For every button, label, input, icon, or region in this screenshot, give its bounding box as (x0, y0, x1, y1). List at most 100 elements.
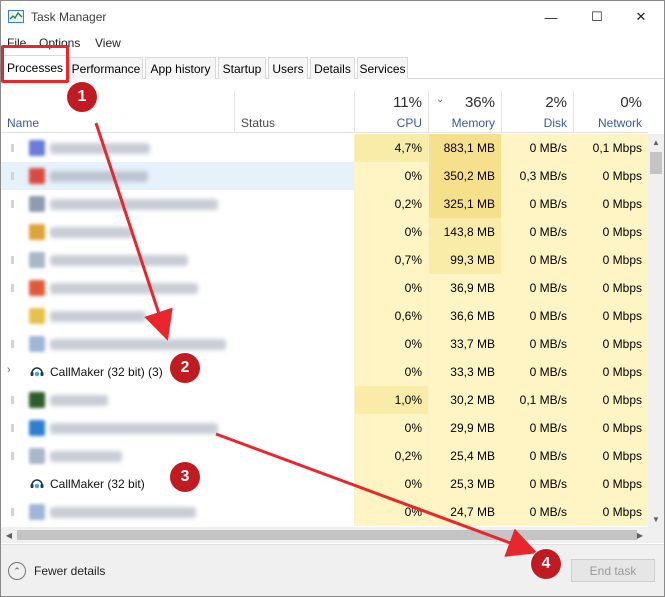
horizontal-scroll-thumb[interactable] (17, 530, 637, 540)
process-row[interactable]: 0,2% 325,1 MB 0 MB/s 0 Mbps (1, 190, 648, 218)
vertical-scrollbar[interactable]: ▲ ▼ (648, 134, 664, 527)
tab-services[interactable]: Services (357, 57, 408, 79)
process-name-cell[interactable] (1, 302, 354, 330)
column-divider[interactable] (234, 91, 235, 133)
expand-chevron-icon[interactable]: › (7, 364, 15, 376)
memory-cell: 883,1 MB (428, 134, 501, 162)
tab-performance[interactable]: Performance (69, 57, 143, 79)
expand-handle-icon[interactable] (11, 396, 14, 404)
process-row[interactable]: 0% 24,7 MB 0 MB/s 0 Mbps (1, 498, 648, 526)
process-name-cell[interactable] (1, 414, 354, 442)
memory-cell: 24,7 MB (428, 498, 501, 526)
scroll-up-arrow-icon[interactable]: ▲ (648, 134, 664, 150)
column-memory[interactable]: ⌄ 36% Memory (428, 91, 501, 133)
process-name-cell[interactable] (1, 190, 354, 218)
column-status[interactable]: Status (241, 116, 275, 130)
vertical-scroll-thumb[interactable] (650, 152, 662, 174)
process-name: CallMaker (32 bit) (50, 477, 145, 491)
network-cell: 0 Mbps (573, 330, 648, 358)
menu-view[interactable]: View (95, 36, 121, 50)
column-cpu[interactable]: 11% CPU (354, 91, 428, 133)
process-row[interactable]: 0% 33,7 MB 0 MB/s 0 Mbps (1, 330, 648, 358)
process-name-cell[interactable] (1, 162, 354, 190)
network-cell: 0 Mbps (573, 442, 648, 470)
close-button[interactable]: ✕ (618, 1, 664, 33)
chevron-up-circle-icon[interactable]: ⌃ (8, 562, 26, 580)
annotation-marker-1: 1 (67, 82, 97, 112)
expand-handle-icon[interactable] (11, 256, 14, 264)
tab-bar: Processes Performance App history Startu… (1, 55, 664, 80)
expand-handle-icon[interactable] (11, 452, 14, 460)
disk-cell: 0 MB/s (501, 442, 573, 470)
network-cell: 0 Mbps (573, 162, 648, 190)
tab-details[interactable]: Details (310, 57, 355, 79)
process-row[interactable]: 1,0% 30,2 MB 0,1 MB/s 0 Mbps (1, 386, 648, 414)
tab-startup[interactable]: Startup (218, 57, 266, 79)
scroll-down-arrow-icon[interactable]: ▼ (648, 511, 664, 527)
process-row[interactable]: 0,6% 36,6 MB 0 MB/s 0 Mbps (1, 302, 648, 330)
cpu-cell: 0% (354, 358, 428, 386)
minimize-button[interactable]: — (528, 1, 574, 33)
network-cell: 0,1 Mbps (573, 134, 648, 162)
network-cell: 0 Mbps (573, 498, 648, 526)
cpu-total: 11% (393, 94, 422, 111)
process-name-cell[interactable] (1, 274, 354, 302)
scroll-right-arrow-icon[interactable]: ▶ (632, 527, 648, 543)
process-row[interactable]: 0% 143,8 MB 0 MB/s 0 Mbps (1, 218, 648, 246)
redacted-process-name (50, 283, 198, 294)
process-row[interactable]: CallMaker (32 bit) 0% 25,3 MB 0 MB/s 0 Mbps (1, 470, 648, 498)
disk-cell: 0 MB/s (501, 358, 573, 386)
process-row[interactable]: › CallMaker (32 bit) (3) 0% 33,3 MB 0 MB/s 0 … (1, 358, 648, 386)
end-task-button[interactable]: End task (571, 559, 655, 582)
memory-cell: 99,3 MB (428, 246, 501, 274)
expand-handle-icon[interactable] (11, 200, 14, 208)
task-manager-window: Task Manager — ☐ ✕ File Options View Pro… (0, 0, 665, 597)
process-row[interactable]: 0,7% 99,3 MB 0 MB/s 0 Mbps (1, 246, 648, 274)
disk-cell: 0 MB/s (501, 218, 573, 246)
expand-handle-icon[interactable] (11, 172, 14, 180)
blurred-app-icon (29, 336, 45, 352)
process-name-cell[interactable] (1, 134, 354, 162)
chevron-down-icon: ⌄ (436, 94, 445, 105)
network-label: Network (597, 116, 642, 130)
column-headers: Name Status 11% CPU ⌄ 36% Memory 2% Disk… (1, 91, 648, 133)
scroll-left-arrow-icon[interactable]: ◀ (1, 527, 17, 543)
process-row[interactable]: 0,2% 25,4 MB 0 MB/s 0 Mbps (1, 442, 648, 470)
maximize-button[interactable]: ☐ (574, 1, 620, 33)
process-row[interactable]: 0% 350,2 MB 0,3 MB/s 0 Mbps (1, 162, 648, 190)
expand-handle-icon[interactable] (11, 144, 14, 152)
expand-handle-icon[interactable] (11, 340, 14, 348)
expand-handle-icon[interactable] (11, 424, 14, 432)
memory-cell: 350,2 MB (428, 162, 501, 190)
process-name-cell[interactable] (1, 498, 354, 526)
process-name-cell[interactable] (1, 246, 354, 274)
process-row[interactable]: 0% 29,9 MB 0 MB/s 0 Mbps (1, 414, 648, 442)
blurred-app-icon (29, 196, 45, 212)
expand-handle-icon[interactable] (11, 508, 14, 516)
tab-app-history[interactable]: App history (145, 57, 216, 79)
process-row[interactable]: 0% 36,9 MB 0 MB/s 0 Mbps (1, 274, 648, 302)
column-disk[interactable]: 2% Disk (501, 91, 573, 133)
blurred-app-icon (29, 280, 45, 296)
network-cell: 0 Mbps (573, 386, 648, 414)
process-name-cell[interactable] (1, 386, 354, 414)
network-cell: 0 Mbps (573, 414, 648, 442)
network-cell: 0 Mbps (573, 218, 648, 246)
blurred-app-icon (29, 252, 45, 268)
process-list[interactable]: 4,7% 883,1 MB 0 MB/s 0,1 Mbps 0% 350,2 MB 0,3 … (1, 134, 648, 527)
column-name[interactable]: Name (7, 116, 39, 130)
cpu-cell: 0% (354, 414, 428, 442)
process-name-cell[interactable] (1, 218, 354, 246)
title-bar[interactable]: Task Manager — ☐ ✕ (1, 1, 664, 33)
blurred-app-icon (29, 308, 45, 324)
blurred-app-icon (29, 168, 45, 184)
callmaker-icon (29, 364, 45, 380)
process-row[interactable]: 4,7% 883,1 MB 0 MB/s 0,1 Mbps (1, 134, 648, 162)
fewer-details-link[interactable]: Fewer details (34, 564, 105, 578)
column-network[interactable]: 0% Network (573, 91, 648, 133)
disk-cell: 0 MB/s (501, 302, 573, 330)
horizontal-scrollbar[interactable]: ◀ ▶ (1, 527, 664, 543)
memory-cell: 29,9 MB (428, 414, 501, 442)
expand-handle-icon[interactable] (11, 284, 14, 292)
tab-users[interactable]: Users (268, 57, 308, 79)
